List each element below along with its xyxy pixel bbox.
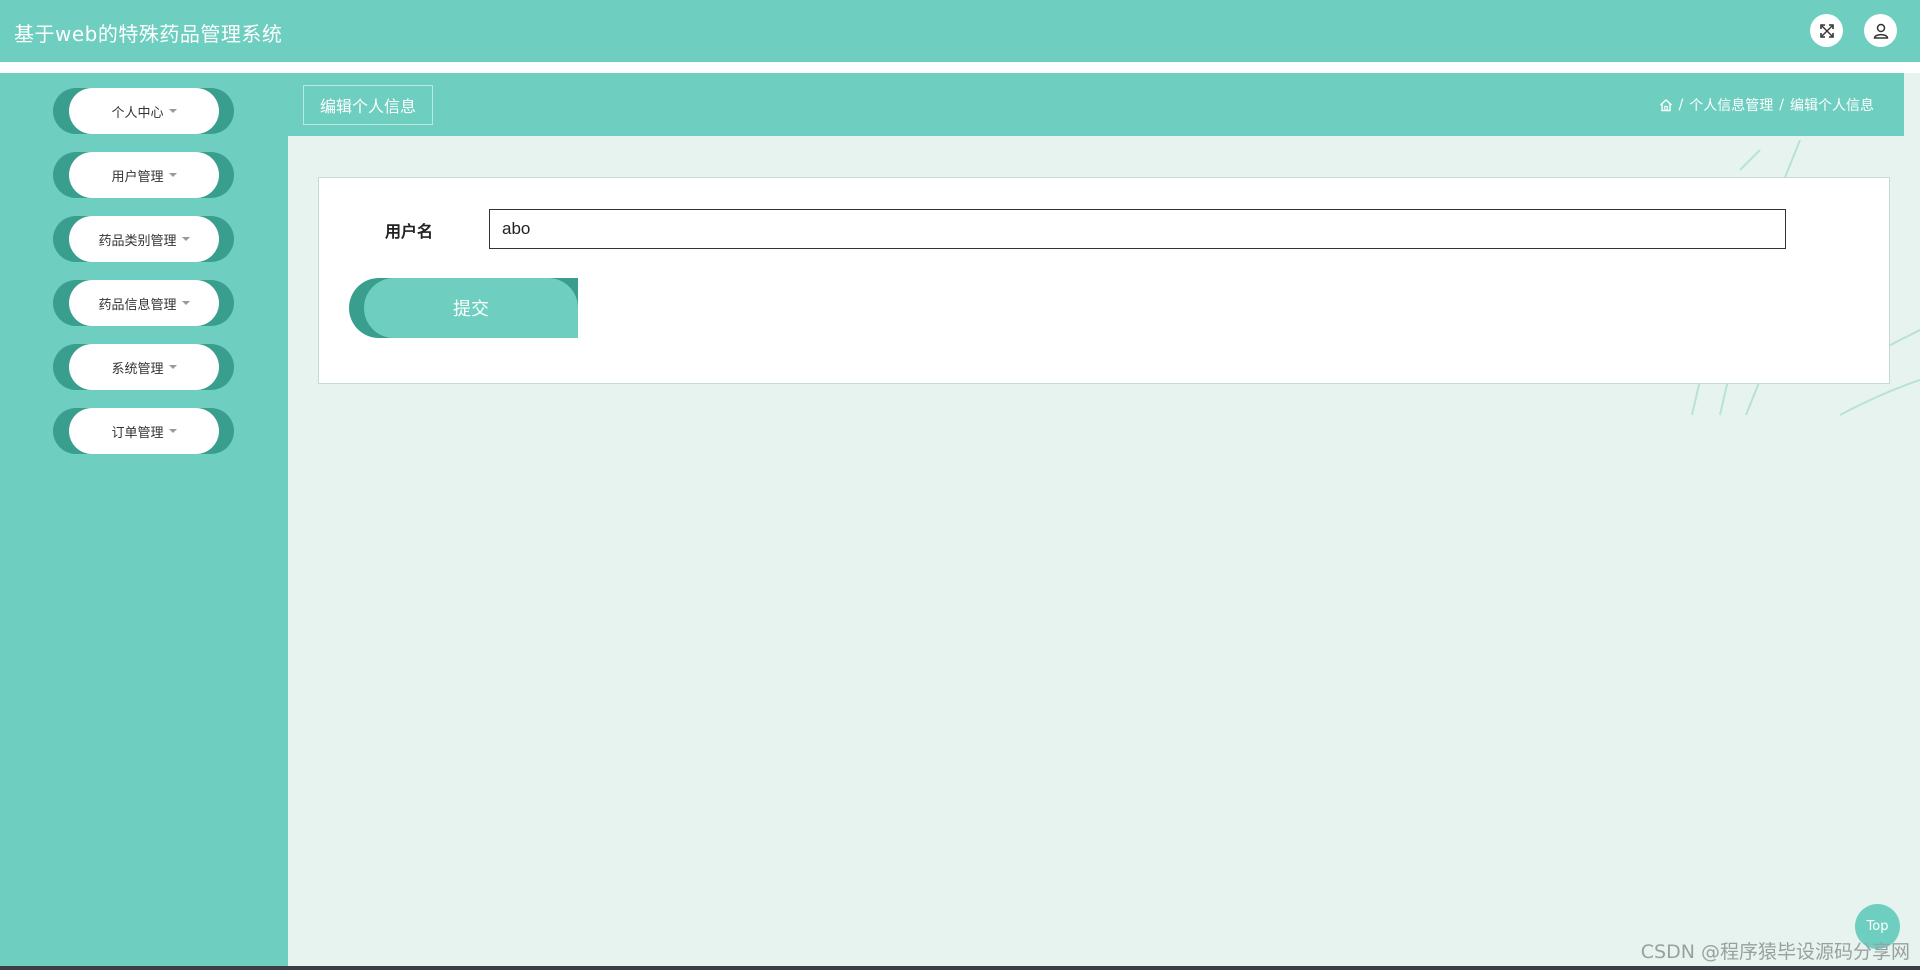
sidebar-item-label: 系统管理 bbox=[111, 361, 164, 377]
sidebar-item-orders[interactable]: 订单管理 bbox=[53, 408, 234, 454]
caret-down-icon bbox=[181, 237, 190, 241]
main-header: 编辑个人信息 / 个人信息管理 / 编辑个人信息 bbox=[288, 73, 1904, 136]
topbar-divider bbox=[0, 62, 1920, 73]
sidebar-item-system[interactable]: 系统管理 bbox=[53, 344, 234, 390]
submit-button[interactable]: 提交 bbox=[349, 278, 578, 338]
sidebar-item-label: 药品信息管理 bbox=[98, 297, 177, 313]
menu-pill[interactable]: 药品信息管理 bbox=[69, 280, 219, 326]
user-button[interactable] bbox=[1864, 14, 1897, 47]
watermark: CSDN @程序猿毕设源码分享网 bbox=[1640, 941, 1910, 963]
breadcrumb: / 个人信息管理 / 编辑个人信息 bbox=[1659, 95, 1874, 115]
edit-profile-form: 用户名 提交 bbox=[318, 177, 1890, 384]
caret-down-icon bbox=[168, 109, 177, 113]
user-icon bbox=[1873, 23, 1888, 39]
page-title: 编辑个人信息 bbox=[303, 85, 434, 125]
sidebar-item-label: 用户管理 bbox=[111, 169, 164, 185]
submit-button-label: 提交 bbox=[364, 278, 578, 338]
sidebar: 个人中心 用户管理 药品类别管理 药品信息管理 系统管理 订单管理 bbox=[0, 73, 288, 970]
breadcrumb-item-personal-info[interactable]: 个人信息管理 bbox=[1689, 95, 1773, 115]
app-title: 基于web的特殊药品管理系统 bbox=[14, 22, 283, 46]
caret-down-icon bbox=[181, 301, 190, 305]
fullscreen-button[interactable] bbox=[1810, 14, 1843, 47]
menu-pill[interactable]: 用户管理 bbox=[69, 152, 219, 198]
sidebar-item-user-management[interactable]: 用户管理 bbox=[53, 152, 234, 198]
menu-pill[interactable]: 药品类别管理 bbox=[69, 216, 219, 262]
username-label: 用户名 bbox=[385, 222, 434, 241]
caret-down-icon bbox=[168, 429, 177, 433]
top-bar: 基于web的特殊药品管理系统 bbox=[0, 0, 1920, 62]
fullscreen-icon bbox=[1819, 23, 1834, 38]
caret-down-icon bbox=[168, 173, 177, 177]
sidebar-item-label: 个人中心 bbox=[111, 105, 164, 121]
sidebar-item-drug-category[interactable]: 药品类别管理 bbox=[53, 216, 234, 262]
menu-pill[interactable]: 个人中心 bbox=[69, 88, 219, 134]
breadcrumb-separator: / bbox=[1779, 97, 1784, 113]
caret-down-icon bbox=[168, 365, 177, 369]
sidebar-item-personal-center[interactable]: 个人中心 bbox=[53, 88, 234, 134]
bottom-edge bbox=[0, 966, 1920, 970]
username-input[interactable] bbox=[489, 209, 1786, 249]
breadcrumb-item-current: 编辑个人信息 bbox=[1790, 98, 1874, 114]
menu-pill[interactable]: 订单管理 bbox=[69, 408, 219, 454]
breadcrumb-separator: / bbox=[1678, 97, 1684, 113]
menu-pill[interactable]: 系统管理 bbox=[69, 344, 219, 390]
home-icon[interactable] bbox=[1659, 98, 1673, 112]
sidebar-item-label: 药品类别管理 bbox=[98, 233, 177, 249]
sidebar-item-label: 订单管理 bbox=[111, 425, 164, 441]
sidebar-item-drug-info[interactable]: 药品信息管理 bbox=[53, 280, 234, 326]
